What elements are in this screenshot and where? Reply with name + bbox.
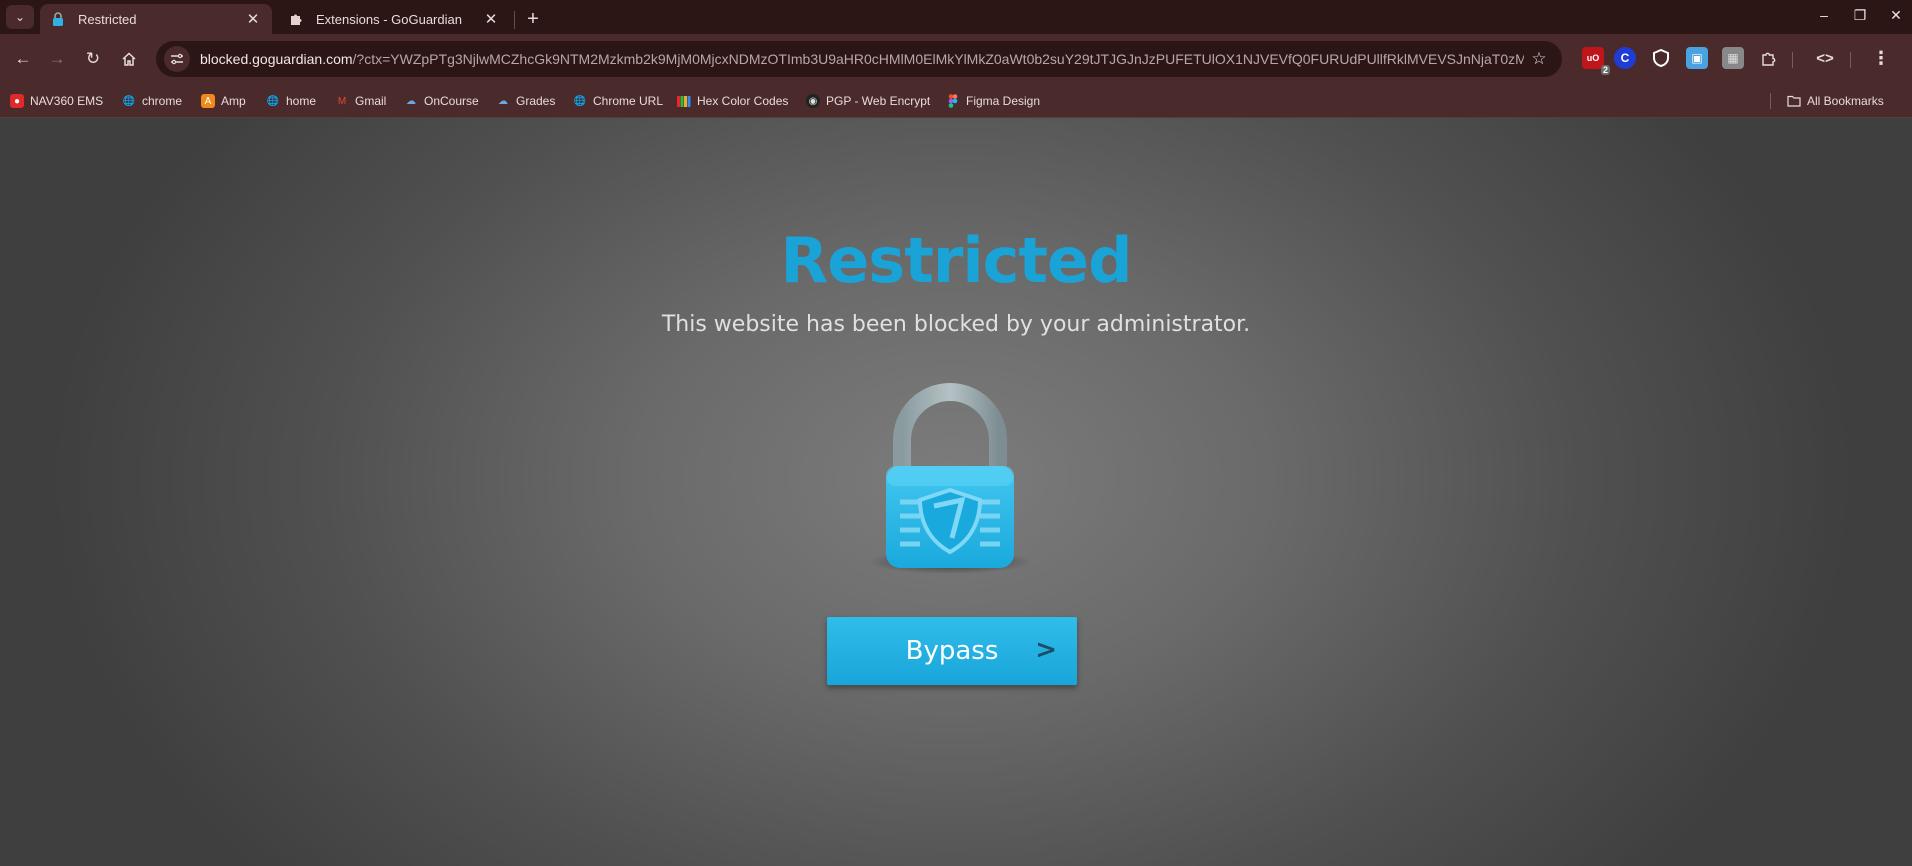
lock-icon [50,11,66,27]
bookmark-nav360[interactable]: ● NAV360 EMS [10,92,103,110]
bookmark-label: OnCourse [424,94,479,108]
all-bookmarks-button[interactable]: All Bookmarks [1787,92,1884,110]
bookmark-home[interactable]: 🌐 home [266,92,316,110]
bookmark-chrome[interactable]: 🌐 chrome [122,92,182,110]
bookmark-label: chrome [142,94,183,108]
cloud-icon: ☁ [406,95,416,107]
close-icon[interactable]: ✕ [244,10,262,28]
globe-icon: 🌐 [573,95,587,107]
ublock-icon[interactable]: uO 2 [1582,47,1610,75]
close-window-icon[interactable]: ✕ [1880,0,1912,30]
bookmark-hex-color-codes[interactable]: Hex Color Codes [677,92,788,110]
bookmark-label: Grades [516,94,556,108]
globe-icon: 🌐 [122,95,136,107]
bookmark-chrome-url[interactable]: 🌐 Chrome URL [573,92,663,110]
tab-strip: ⌄ Restricted ✕ Extensions - GoGuardian ✕… [0,0,1912,34]
tab-title: Extensions - GoGuardian [316,11,462,27]
site-info-icon[interactable] [164,46,190,72]
tab-extensions[interactable]: Extensions - GoGuardian ✕ [278,4,510,34]
reload-icon[interactable]: ↻ [78,44,108,74]
code-icon[interactable]: <> [1814,47,1836,69]
url-host: blocked.goguardian.com [200,51,353,67]
back-icon[interactable]: ← [8,44,38,74]
address-bar[interactable]: blocked.goguardian.com/?ctx=YWZpPTg3Njlw… [156,41,1562,77]
browser-toolbar: ← → ↻ blocked.goguardian.com/?ctx=YWZpPT… [0,34,1912,84]
url-text[interactable]: blocked.goguardian.com/?ctx=YWZpPTg3Njlw… [200,51,1524,67]
restore-icon[interactable]: ❐ [1844,0,1876,30]
bookmark-amp[interactable]: A Amp [201,92,246,110]
gmail-icon: M [337,95,347,107]
bookmark-gmail[interactable]: M Gmail [335,92,387,110]
qr-extension-icon[interactable]: ▦ [1722,47,1744,69]
forward-icon[interactable]: → [42,44,72,74]
puzzle-icon [288,11,304,27]
bookmark-label: Gmail [355,94,387,108]
bypass-button[interactable]: Bypass > [827,617,1077,685]
bookmark-label: PGP - Web Encrypt [826,94,931,108]
bookmark-label: Amp [221,94,246,108]
shield-extension-icon[interactable] [1650,47,1672,69]
globe-icon: 🌐 [266,95,280,107]
new-tab-button[interactable]: + [520,6,546,32]
bookmark-pgp[interactable]: ◉ PGP - Web Encrypt [806,92,930,110]
chevron-down-icon: ⌄ [14,10,26,24]
c-extension-icon[interactable]: C [1614,47,1636,69]
url-path: /?ctx=YWZpPTg3NjlwMCZhcGk9NTM2Mzkmb2k9Mj… [352,51,1524,67]
save-extension-icon[interactable]: ▣ [1686,47,1708,69]
tab-restricted[interactable]: Restricted ✕ [40,4,272,34]
close-icon[interactable]: ✕ [482,10,500,28]
folder-icon [1787,94,1801,108]
bookmark-label: Hex Color Codes [697,94,789,108]
bookmark-label: Chrome URL [593,94,664,108]
bookmark-star-icon[interactable]: ☆ [1524,44,1554,74]
bell-icon: ● [10,94,24,108]
menu-kebab-icon[interactable]: ⋮ [1870,47,1892,69]
page-subtitle: This website has been blocked by your ad… [661,312,1251,337]
bookmark-figma[interactable]: Figma Design [946,92,1040,110]
tab-search-button[interactable]: ⌄ [6,5,34,29]
tab-title: Restricted [78,11,137,27]
extensions-puzzle-icon[interactable] [1758,47,1780,69]
bookmark-grades[interactable]: ☁ Grades [496,92,555,110]
color-bars-icon [677,94,691,108]
ublock-badge: 2 [1600,65,1610,75]
blocked-page: Restricted This website has been blocked… [0,118,1912,866]
bookmark-label: NAV360 EMS [30,94,104,108]
tab-separator [514,11,515,29]
chevron-right-icon: > [1035,635,1057,665]
page-title: Restricted [780,224,1133,297]
bookmark-label: Figma Design [966,94,1041,108]
toolbar-separator [1792,52,1793,68]
bookmark-oncourse[interactable]: ☁ OnCourse [404,92,479,110]
figma-icon [946,94,960,108]
window-controls: – ❐ ✕ [1804,0,1912,34]
toolbar-separator [1850,52,1851,68]
minimize-icon[interactable]: – [1808,0,1840,30]
cloud-icon: ☁ [498,95,508,107]
bookmarks-bar: ● NAV360 EMS 🌐 chrome A Amp 🌐 home M Gma… [0,84,1912,118]
bookmarks-separator [1770,93,1771,109]
all-bookmarks-label: All Bookmarks [1807,94,1884,108]
home-icon[interactable] [114,44,144,74]
amp-icon: A [201,94,215,108]
bookmark-label: home [286,94,317,108]
bypass-label: Bypass [905,636,999,666]
pgp-icon: ◉ [806,94,820,108]
